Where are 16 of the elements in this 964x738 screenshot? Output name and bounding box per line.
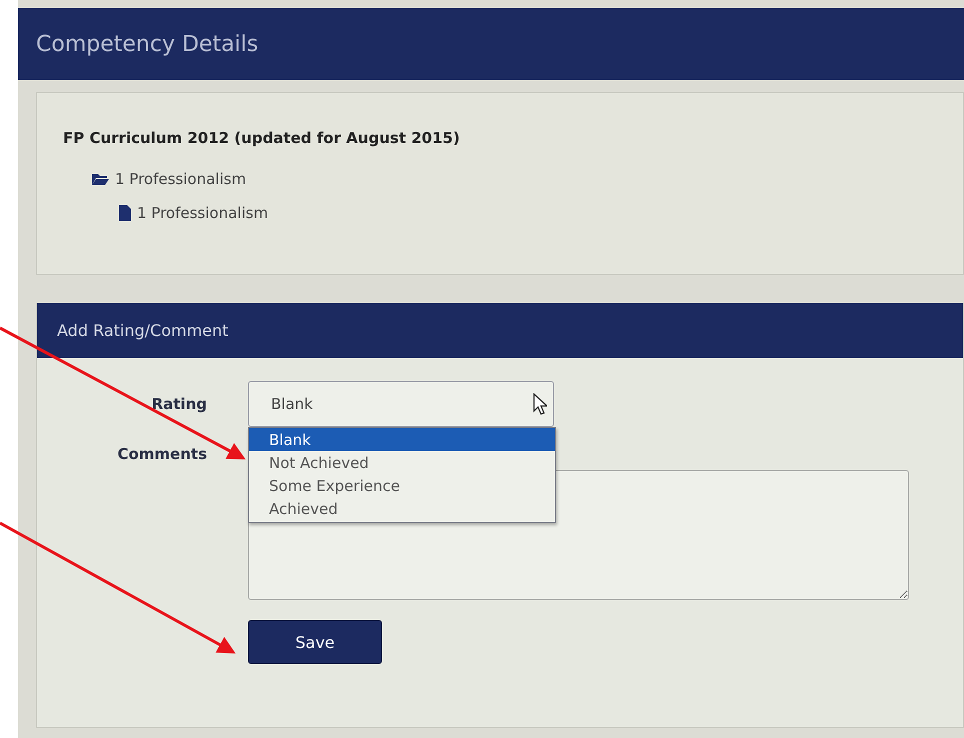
- file-icon: [119, 205, 131, 221]
- dropdown-option[interactable]: Not Achieved: [249, 451, 555, 474]
- dropdown-option[interactable]: Blank: [249, 428, 555, 451]
- tree-item[interactable]: 1 Professionalism: [115, 170, 246, 188]
- page-title: Competency Details: [36, 32, 258, 56]
- rating-select[interactable]: Blank: [248, 381, 554, 427]
- folder-icon: [91, 172, 109, 186]
- mouse-pointer-icon: [533, 393, 547, 415]
- field-label: Comments: [116, 445, 207, 463]
- dropdown-option[interactable]: Achieved: [249, 497, 555, 520]
- save-button[interactable]: Save: [248, 620, 382, 664]
- dropdown-option[interactable]: Some Experience: [249, 474, 555, 497]
- tree-item[interactable]: 1 Professionalism: [137, 204, 268, 222]
- panel-title: Add Rating/Comment: [57, 321, 228, 340]
- field-label: Rating: [150, 395, 207, 413]
- curriculum-title: FP Curriculum 2012 (updated for August 2015): [63, 129, 461, 147]
